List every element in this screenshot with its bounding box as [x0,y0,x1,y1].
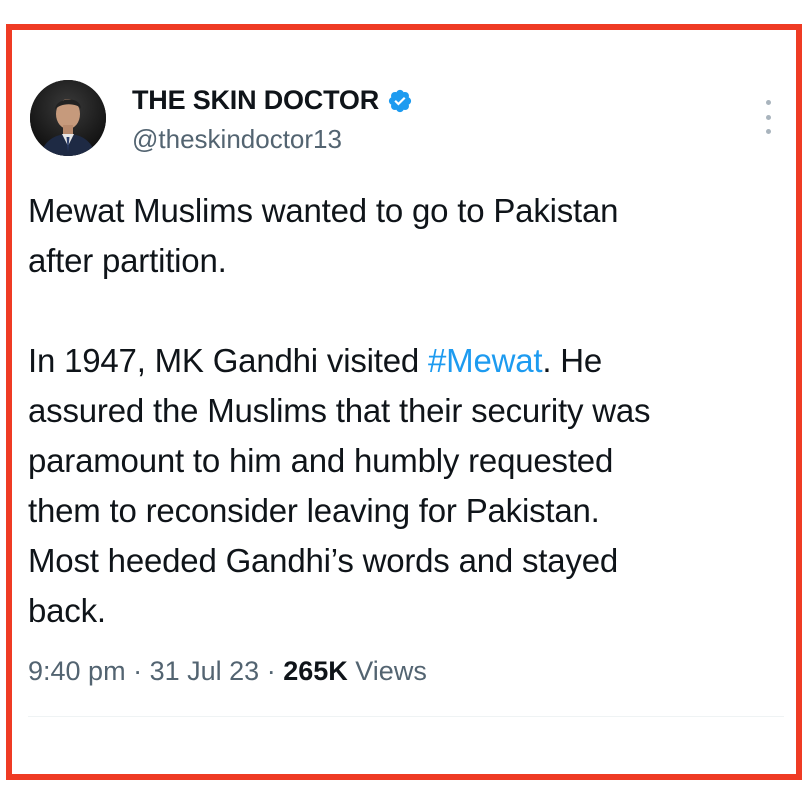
author-display-name[interactable]: THE SKIN DOCTOR [132,85,413,116]
tweet-line: after partition. [28,242,227,279]
display-name-text: THE SKIN DOCTOR [132,85,380,115]
vertical-ellipsis-icon [765,100,771,105]
divider [28,716,784,717]
tweet-line: assured the Muslims that their security … [28,392,651,429]
ellipsis-dot [765,129,771,134]
tweet-line: Most heeded Gandhi’s words and stayed [28,542,619,579]
hashtag-link[interactable]: #Mewat [428,342,543,379]
tweet-text-fragment: In 1947, MK Gandhi visited [28,342,428,379]
tweet-line: In 1947, MK Gandhi visited #Mewat. He [28,336,788,386]
profile-photo-icon [30,80,106,156]
views-count: 265K [283,656,348,686]
tweet-text: Mewat Muslims wanted to go to Pakistan a… [28,186,788,636]
tweet-line: them to reconsider leaving for Pakistan. [28,492,600,529]
tweet-time[interactable]: 9:40 pm [28,656,126,686]
tweet-date[interactable]: 31 Jul 23 [150,656,260,686]
avatar[interactable] [30,80,106,156]
tweet-meta: 9:40 pm · 31 Jul 23 · 265K Views [28,656,427,687]
tweet-text-fragment: . He [542,342,603,379]
ellipsis-dot [765,114,771,120]
meta-separator: · [266,656,276,686]
tweet-line: back. [28,592,106,629]
more-options-button[interactable] [758,100,778,134]
views-label: Views [355,656,427,686]
author-handle[interactable]: @theskindoctor13 [132,124,342,155]
tweet-line: paramount to him and humbly requested [28,442,614,479]
tweet-line: Mewat Muslims wanted to go to Pakistan [28,192,619,229]
verified-badge-icon [387,88,413,114]
meta-separator: · [133,656,143,686]
